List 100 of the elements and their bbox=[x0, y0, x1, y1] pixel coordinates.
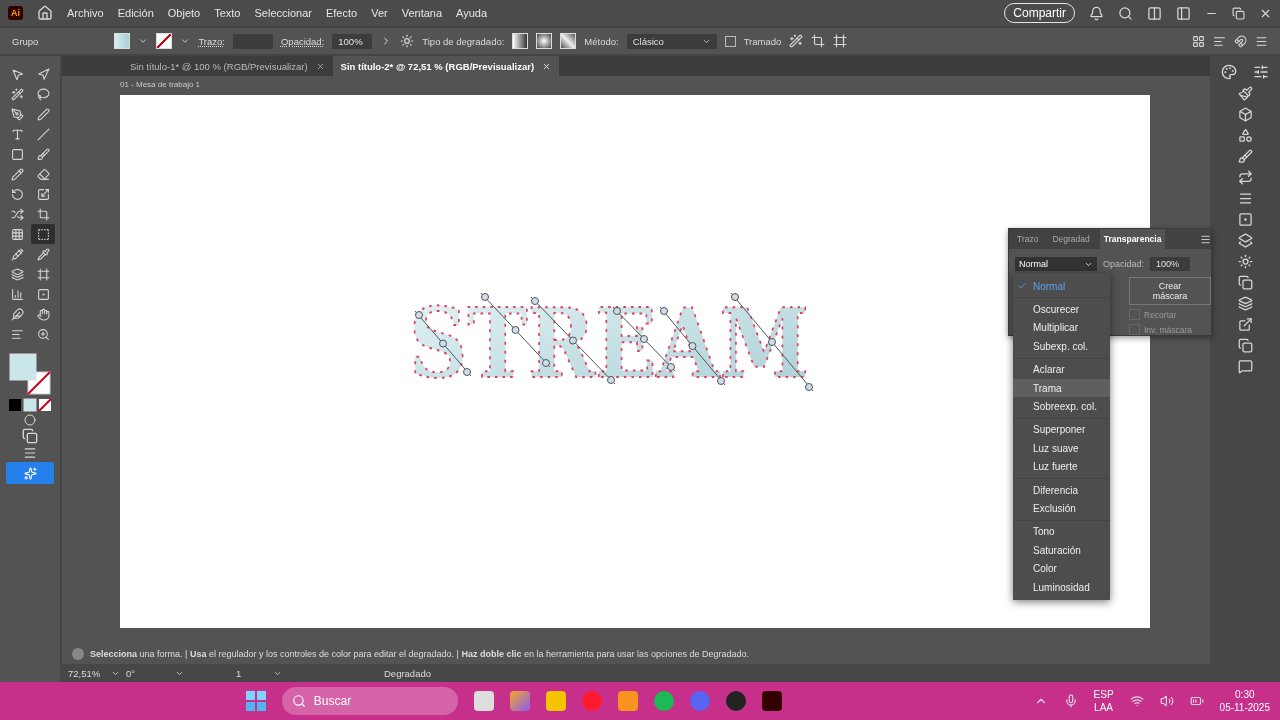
document-tab[interactable]: Sin título-2* @ 72,51 % (RGB/Previsualizar) bbox=[332, 56, 560, 76]
blend-mode-dropdown[interactable]: Normal bbox=[1015, 257, 1097, 271]
blend-mode-option[interactable]: Tono bbox=[1013, 522, 1110, 542]
generative-button[interactable] bbox=[6, 462, 54, 484]
tool-icon bbox=[10, 147, 24, 161]
blend-mode-option[interactable]: Superponer bbox=[1013, 420, 1110, 440]
tool-icon bbox=[10, 207, 24, 221]
freeform-gradient-button[interactable] bbox=[560, 33, 577, 49]
rotation-dropdown[interactable]: 0° bbox=[126, 667, 184, 679]
artboard-dropdown[interactable]: 1 bbox=[236, 667, 282, 679]
tool-icon bbox=[10, 187, 24, 201]
cube-icon[interactable] bbox=[1237, 107, 1253, 122]
close-icon[interactable] bbox=[542, 61, 552, 71]
blend-mode-option[interactable]: Subexp. col. bbox=[1013, 337, 1110, 356]
brushes-icon[interactable] bbox=[1237, 149, 1253, 164]
blend-mode-option[interactable]: Trama bbox=[1013, 378, 1110, 398]
menu-item[interactable]: Texto bbox=[214, 7, 241, 19]
tool-icon bbox=[10, 107, 24, 121]
blend-mode-option[interactable]: Aclarar bbox=[1013, 360, 1110, 379]
menu-item[interactable]: Ventana bbox=[401, 7, 443, 19]
menu-item[interactable]: Archivo bbox=[67, 7, 104, 19]
stroke-swatch[interactable] bbox=[156, 33, 173, 49]
blend-mode-option[interactable]: Color bbox=[1013, 559, 1110, 578]
tool-icon bbox=[10, 287, 24, 301]
clock-time[interactable]: 0:30 bbox=[1235, 688, 1255, 701]
dither-checkbox[interactable] bbox=[724, 35, 736, 47]
linear-gradient-button[interactable] bbox=[512, 33, 529, 49]
tool-icon bbox=[10, 127, 24, 141]
fill-swatch[interactable] bbox=[114, 33, 131, 49]
blend-mode-option[interactable]: Luz fuerte bbox=[1013, 457, 1110, 476]
artboard-label: 01 - Mesa de trabajo 1 bbox=[120, 79, 202, 91]
blend-mode-option[interactable]: Saturación bbox=[1013, 541, 1110, 560]
crop-icon[interactable] bbox=[811, 34, 826, 48]
panel-icon[interactable] bbox=[1176, 5, 1191, 21]
comment-icon[interactable] bbox=[1237, 359, 1253, 374]
blend-mode-option[interactable]: Sobreexp. col. bbox=[1013, 397, 1110, 416]
color-mode-icon[interactable] bbox=[7, 398, 53, 412]
menu-item[interactable]: Efecto bbox=[325, 7, 358, 19]
radial-gradient-button[interactable] bbox=[536, 33, 553, 49]
menu-icon[interactable] bbox=[1255, 34, 1268, 48]
blend-mode-option[interactable]: Multiplicar bbox=[1013, 318, 1110, 338]
magnet-icon[interactable] bbox=[1234, 34, 1247, 48]
battery-icon[interactable] bbox=[1189, 694, 1204, 708]
make-mask-button[interactable]: Crear máscara bbox=[1129, 277, 1211, 305]
opacity-field[interactable]: 100% bbox=[332, 33, 373, 49]
shapes-icon[interactable] bbox=[1237, 128, 1253, 143]
blend-mode-option[interactable]: Exclusión bbox=[1013, 499, 1110, 518]
app-icon[interactable] bbox=[473, 691, 494, 711]
tool-icon bbox=[10, 267, 24, 281]
arrange-icon[interactable] bbox=[1192, 34, 1205, 48]
selection-label: Grupo bbox=[12, 35, 39, 47]
menu-item[interactable]: Ver bbox=[371, 7, 388, 19]
tool-icon bbox=[10, 247, 24, 261]
layers-icon[interactable] bbox=[1237, 296, 1253, 311]
blend-mode-option[interactable]: Diferencia bbox=[1013, 480, 1110, 500]
menu-item[interactable]: Edición bbox=[117, 7, 154, 19]
tool-icon bbox=[36, 227, 50, 241]
menu-item[interactable]: Objeto bbox=[167, 7, 201, 19]
palette-icon[interactable] bbox=[1221, 64, 1237, 80]
bell-icon[interactable] bbox=[1089, 5, 1104, 21]
windows-icon[interactable] bbox=[245, 691, 266, 711]
microphone-icon[interactable] bbox=[1063, 694, 1078, 708]
clock-date[interactable]: 05-11-2025 bbox=[1219, 701, 1270, 714]
caret-icon[interactable] bbox=[180, 36, 191, 46]
blend-mode-option[interactable]: Luminosidad bbox=[1013, 577, 1110, 597]
align-icon[interactable] bbox=[1213, 34, 1226, 48]
search-icon[interactable] bbox=[1118, 5, 1133, 21]
volume-icon[interactable] bbox=[1159, 694, 1174, 708]
export-icon[interactable] bbox=[1237, 317, 1253, 332]
wifi-icon[interactable] bbox=[1129, 694, 1144, 708]
blend-mode-option[interactable]: Oscurecer bbox=[1013, 300, 1110, 319]
home-icon[interactable] bbox=[37, 5, 53, 21]
app-logo: Ai bbox=[8, 6, 23, 20]
zoom-dropdown[interactable]: 72,51% bbox=[68, 667, 120, 679]
workspace-icon[interactable] bbox=[1147, 5, 1162, 21]
close-icon[interactable] bbox=[315, 61, 325, 71]
blend-mode-option[interactable]: Luz suave bbox=[1013, 439, 1110, 458]
brush-icon[interactable] bbox=[1237, 86, 1253, 101]
tool-icon bbox=[36, 67, 50, 81]
panel-menu-icon[interactable] bbox=[1200, 233, 1211, 245]
sparkle-icon bbox=[23, 466, 37, 480]
stroke-label: Trazo: bbox=[198, 35, 225, 47]
search-icon bbox=[291, 694, 306, 708]
method-dropdown[interactable]: Clásico bbox=[626, 33, 717, 49]
restore-icon[interactable] bbox=[1232, 6, 1245, 20]
status-message: Selecciona una forma. | Usa el regulador y los controles de color para editar el degradado. | Haz doble clic en la herramienta para usar las opciones de Degradado. bbox=[90, 649, 750, 659]
layout-label[interactable]: LAA bbox=[1094, 701, 1113, 714]
tool-icon bbox=[36, 307, 50, 321]
opacity-field[interactable]: 100% bbox=[1150, 257, 1191, 271]
color-swatches-icon[interactable] bbox=[8, 352, 52, 396]
method-label: Método: bbox=[584, 35, 619, 47]
sliders-icon[interactable] bbox=[1253, 64, 1269, 80]
caret-icon[interactable] bbox=[138, 36, 149, 46]
menu-item[interactable]: Ayuda bbox=[456, 7, 488, 19]
panel-tab[interactable]: Degradad bbox=[1048, 229, 1094, 249]
tool-button[interactable] bbox=[31, 224, 55, 244]
panel-tab[interactable]: Trazo bbox=[1013, 229, 1043, 249]
language-label[interactable]: ESP bbox=[1093, 688, 1114, 701]
menu-item[interactable]: Seleccionar bbox=[254, 7, 312, 19]
panel-tab[interactable]: Transparencia bbox=[1099, 229, 1166, 249]
